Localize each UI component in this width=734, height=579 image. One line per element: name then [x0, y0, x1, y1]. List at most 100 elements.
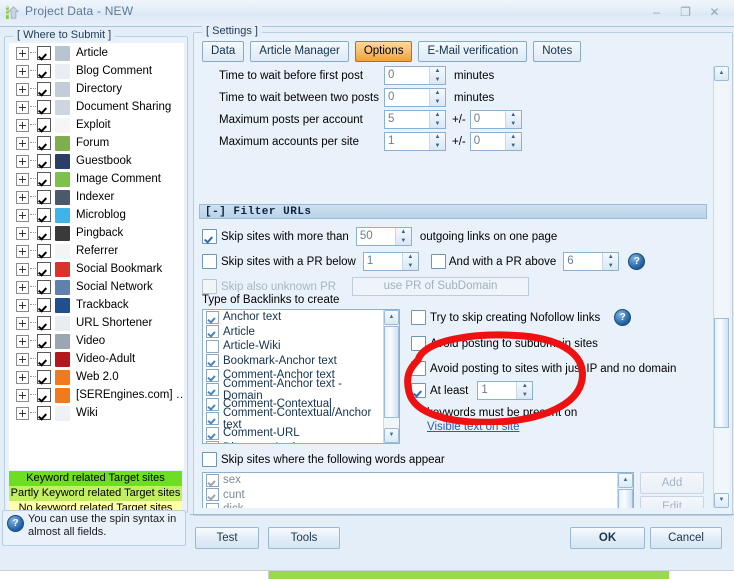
skip-word-item[interactable]: dick [203, 502, 617, 508]
tree-item-checkbox[interactable] [37, 100, 51, 114]
expand-icon[interactable] [16, 191, 29, 204]
timing-input[interactable] [385, 67, 429, 82]
expand-icon[interactable] [16, 335, 29, 348]
backlink-checkbox[interactable] [206, 340, 219, 353]
submit-targets-tree[interactable]: ArticleBlog CommentDirectoryDocument Sha… [9, 43, 184, 470]
skip-words-checkbox[interactable] [202, 452, 217, 467]
tree-item-video[interactable]: Video [10, 332, 183, 350]
tree-item-pingback[interactable]: Pingback [10, 224, 183, 242]
help-icon[interactable]: ? [614, 309, 631, 326]
at-least-input[interactable] [478, 382, 516, 397]
timing-stepper[interactable]: ▲▼ [384, 110, 446, 129]
tree-item-checkbox[interactable] [37, 244, 51, 258]
tree-item-serengines-com[interactable]: [SEREngines.com] … [10, 386, 183, 404]
maximize-button[interactable]: ❐ [672, 2, 699, 21]
backlink-item[interactable]: Article [203, 325, 383, 340]
skip-word-item[interactable]: cunt [203, 488, 617, 503]
backlink-item[interactable]: Comment-Anchor text - Domain [203, 383, 383, 398]
scroll-down-button[interactable]: ▼ [384, 428, 399, 443]
stepper-arrows[interactable]: ▲▼ [602, 253, 618, 270]
tree-item-checkbox[interactable] [37, 280, 51, 294]
tab-e-mail-verification[interactable]: E-Mail verification [418, 41, 527, 62]
posting-option-checkbox[interactable] [411, 310, 426, 325]
tree-item-checkbox[interactable] [37, 190, 51, 204]
settings-tabs[interactable]: DataArticle ManagerOptionsE-Mail verific… [202, 41, 581, 62]
help-icon[interactable]: ? [628, 253, 645, 270]
skip-more-than-stepper[interactable]: ▲▼ [356, 227, 412, 246]
tree-item-referrer[interactable]: Referrer [10, 242, 183, 260]
plus-minus-stepper[interactable]: ▲▼ [470, 132, 522, 151]
minimize-button[interactable]: – [643, 2, 670, 21]
timing-input[interactable] [385, 89, 429, 104]
tree-item-document-sharing[interactable]: Document Sharing [10, 98, 183, 116]
tree-item-social-network[interactable]: Social Network [10, 278, 183, 296]
expand-icon[interactable] [16, 281, 29, 294]
tree-item-wiki[interactable]: Wiki [10, 404, 183, 422]
tree-item-checkbox[interactable] [37, 262, 51, 276]
posting-option-checkbox[interactable] [411, 336, 426, 351]
tree-item-exploit[interactable]: Exploit [10, 116, 183, 134]
tree-item-checkbox[interactable] [37, 118, 51, 132]
backlink-checkbox[interactable] [206, 311, 219, 324]
ok-button[interactable]: OK [570, 527, 645, 549]
tree-item-checkbox[interactable] [37, 82, 51, 96]
tree-item-social-bookmark[interactable]: Social Bookmark [10, 260, 183, 278]
expand-icon[interactable] [16, 83, 29, 96]
timing-stepper[interactable]: ▲▼ [384, 132, 446, 151]
backlink-checkbox[interactable] [206, 441, 219, 444]
visible-text-link[interactable]: Visible text on site [427, 421, 577, 433]
tree-item-checkbox[interactable] [37, 334, 51, 348]
plus-minus-input[interactable] [471, 133, 505, 148]
expand-icon[interactable] [16, 155, 29, 168]
backlink-item[interactable]: Comment-Contextual/Anchor text [203, 412, 383, 427]
backlink-checkbox[interactable] [206, 354, 219, 367]
at-least-checkbox[interactable] [411, 383, 426, 398]
tab-options[interactable]: Options [355, 41, 413, 62]
scroll-up-button[interactable]: ▲ [384, 310, 399, 325]
stepper-arrows[interactable]: ▲▼ [429, 89, 445, 106]
posting-option-checkbox[interactable] [411, 361, 426, 376]
tree-item-checkbox[interactable] [37, 226, 51, 240]
expand-icon[interactable] [16, 353, 29, 366]
tree-item-directory[interactable]: Directory [10, 80, 183, 98]
skip-word-checkbox[interactable] [206, 503, 219, 508]
timing-input[interactable] [385, 111, 429, 126]
at-least-stepper[interactable]: ▲▼ [477, 381, 533, 400]
backlinks-listbox[interactable]: Anchor textArticleArticle-WikiBookmark-A… [202, 309, 400, 444]
tree-item-forum[interactable]: Forum [10, 134, 183, 152]
settings-scrollbar[interactable]: ▲ ▼ [713, 66, 729, 508]
stepper-arrows[interactable]: ▲▼ [402, 253, 418, 270]
tree-item-guestbook[interactable]: Guestbook [10, 152, 183, 170]
tree-item-checkbox[interactable] [37, 136, 51, 150]
tree-item-indexer[interactable]: Indexer [10, 188, 183, 206]
backlink-item[interactable]: Bookmark-Anchor text [203, 354, 383, 369]
backlink-checkbox[interactable] [206, 427, 219, 440]
tree-item-checkbox[interactable] [37, 46, 51, 60]
scrollbar-thumb[interactable] [618, 489, 633, 508]
expand-icon[interactable] [16, 227, 29, 240]
scrollbar-thumb[interactable] [384, 326, 399, 418]
expand-icon[interactable] [16, 245, 29, 258]
skip-words-listbox[interactable]: sexcuntdickboobsboobbreast ▲ ▼ [202, 472, 634, 508]
backlink-item[interactable]: Directory-Anchor text [203, 441, 383, 445]
close-button[interactable]: ✕ [701, 2, 728, 21]
tree-item-checkbox[interactable] [37, 388, 51, 402]
skip-word-item[interactable]: sex [203, 473, 617, 488]
expand-icon[interactable] [16, 101, 29, 114]
tree-item-checkbox[interactable] [37, 316, 51, 330]
scroll-up-button[interactable]: ▲ [714, 66, 729, 81]
scrollbar-thumb[interactable] [714, 318, 729, 428]
skip-word-checkbox[interactable] [206, 474, 219, 487]
tab-article-manager[interactable]: Article Manager [250, 41, 349, 62]
timing-stepper[interactable]: ▲▼ [384, 88, 446, 107]
stepper-arrows[interactable]: ▲▼ [516, 382, 532, 399]
stepper-arrows[interactable]: ▲▼ [429, 67, 445, 84]
skip-pr-below-stepper[interactable]: ▲▼ [363, 252, 419, 271]
stepper-arrows[interactable]: ▲▼ [505, 133, 521, 150]
stepper-arrows[interactable]: ▲▼ [505, 111, 521, 128]
tree-item-url-shortener[interactable]: URL Shortener [10, 314, 183, 332]
timing-input[interactable] [385, 133, 429, 148]
tree-item-checkbox[interactable] [37, 298, 51, 312]
tree-item-checkbox[interactable] [37, 352, 51, 366]
tree-item-checkbox[interactable] [37, 208, 51, 222]
